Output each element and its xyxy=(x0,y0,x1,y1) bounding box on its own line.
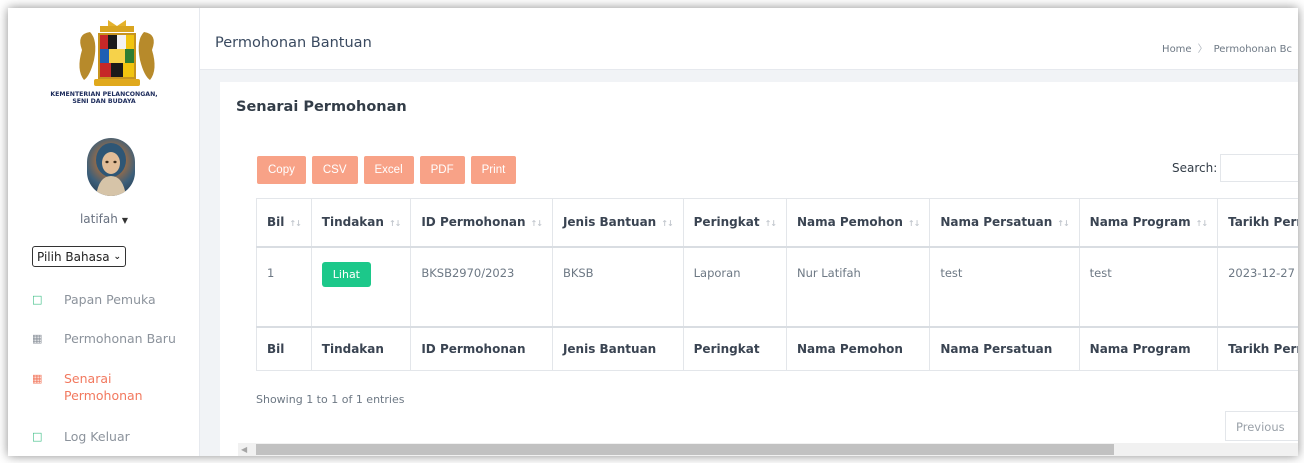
table-header-row: Bil ↑↓ Tindakan ↑↓ ID Permohonan ↑↓ Jenis B… xyxy=(256,198,1298,248)
square-icon: □ xyxy=(32,293,43,306)
chevron-down-icon: ⌄ xyxy=(113,251,121,262)
coat-of-arms-logo xyxy=(79,20,155,86)
card-title: Senarai Permohonan xyxy=(236,99,407,115)
sidebar-item-senarai-permohonan[interactable]: ▦ Senarai Permohonan xyxy=(32,370,154,404)
column-header[interactable]: Bil ↑↓ xyxy=(256,198,312,248)
breadcrumb-home-link[interactable]: Home xyxy=(1162,44,1192,55)
language-select-value: Pilih Bahasa xyxy=(37,249,110,264)
table-cell: test xyxy=(929,246,1080,327)
caret-down-icon: ▼ xyxy=(121,216,129,225)
ministry-line-2: SENI DAN BUDAYA xyxy=(72,98,136,105)
sort-icon: ↑↓ xyxy=(1195,219,1208,229)
sort-icon: ↑↓ xyxy=(1057,219,1069,229)
sidebar: KEMENTERIAN PELANCONGAN, SENI DAN BUDAYA… xyxy=(8,8,200,456)
copy-button[interactable]: Copy xyxy=(257,156,306,184)
scroll-left-icon[interactable]: ◀ xyxy=(241,443,247,456)
sort-icon: ↑↓ xyxy=(388,219,401,229)
column-footer: Tindakan xyxy=(310,325,412,371)
column-footer: ID Permohonan xyxy=(410,325,553,371)
sidebar-item-log-keluar[interactable]: □ Log Keluar xyxy=(32,428,130,445)
user-name: latifah xyxy=(79,212,118,226)
applications-table: Bil ↑↓ Tindakan ↑↓ ID Permohonan ↑↓ Jenis B… xyxy=(256,198,1298,371)
grid-icon: ▦ xyxy=(32,332,43,345)
page-title: Permohonan Bantuan xyxy=(215,35,372,51)
search-input[interactable] xyxy=(1220,154,1298,182)
sort-icon: ↑↓ xyxy=(530,219,543,229)
table-cell: BKSB xyxy=(551,246,684,327)
column-footer: Bil xyxy=(256,325,312,371)
column-header[interactable]: Tarikh Permohonan↑↓ xyxy=(1217,198,1298,248)
column-header[interactable]: Nama Program ↑↓ xyxy=(1078,198,1219,248)
view-button[interactable]: Lihat xyxy=(321,261,371,287)
table-cell: Lihat xyxy=(310,246,412,327)
pdf-button[interactable]: PDF xyxy=(419,156,465,184)
sort-icon: ↑↓ xyxy=(764,219,777,229)
sort-icon: ↑↓ xyxy=(907,219,920,229)
export-buttons: Copy CSV Excel PDF Print xyxy=(257,156,517,184)
table-info: Showing 1 to 1 of 1 entries xyxy=(256,393,405,406)
ministry-line-1: KEMENTERIAN PELANCONGAN, xyxy=(50,91,158,98)
previous-button[interactable]: Previous xyxy=(1225,411,1298,441)
scrollbar-thumb[interactable] xyxy=(256,444,1114,455)
table-footer-row: Bil Tindakan ID Permohonan Jenis Bantuan… xyxy=(256,325,1298,371)
sidebar-item-label: Permohonan Baru xyxy=(64,331,176,346)
column-header[interactable]: Jenis Bantuan ↑↓ xyxy=(551,198,684,248)
sidebar-item-papan-pemuka[interactable]: □ Papan Pemuka xyxy=(32,291,156,308)
column-header[interactable]: Nama Persatuan ↑↓ xyxy=(929,198,1080,248)
table-cell: Laporan xyxy=(682,246,787,327)
grid-icon: ▦ xyxy=(32,372,43,385)
avatar-image xyxy=(96,143,126,196)
column-footer: Jenis Bantuan xyxy=(551,325,684,371)
sidebar-item-permohonan-baru[interactable]: ▦ Permohonan Baru xyxy=(32,330,176,347)
print-button[interactable]: Print xyxy=(470,156,517,184)
table-cell: test xyxy=(1078,246,1219,327)
search-label: Search: xyxy=(1172,161,1218,175)
app-window: KEMENTERIAN PELANCONGAN, SENI DAN BUDAYA… xyxy=(8,8,1298,456)
user-menu[interactable]: latifah ▼ xyxy=(8,212,200,226)
sidebar-item-label: Senarai Permohonan xyxy=(64,371,143,403)
square-icon: □ xyxy=(32,430,43,443)
horizontal-scrollbar[interactable]: ◀ xyxy=(238,443,1298,456)
ministry-name: KEMENTERIAN PELANCONGAN, SENI DAN BUDAYA xyxy=(8,91,200,105)
column-header[interactable]: ID Permohonan ↑↓ xyxy=(410,198,553,248)
column-footer: Nama Pemohon xyxy=(785,325,931,371)
column-header[interactable]: Tindakan ↑↓ xyxy=(310,198,412,248)
sort-icon: ↑↓ xyxy=(289,219,301,229)
chevron-right-icon: 〉 xyxy=(1197,44,1208,55)
table-cell: 1 xyxy=(256,246,312,327)
column-header[interactable]: Peringkat ↑↓ xyxy=(682,198,787,248)
page-header: Permohonan Bantuan Home 〉 Permohonan Bc xyxy=(200,8,1298,70)
csv-button[interactable]: CSV xyxy=(311,156,358,184)
column-footer: Peringkat xyxy=(682,325,787,371)
sidebar-item-label: Log Keluar xyxy=(64,429,130,444)
column-footer: Nama Program xyxy=(1078,325,1219,371)
avatar xyxy=(87,138,135,196)
excel-button[interactable]: Excel xyxy=(363,156,414,184)
column-header[interactable]: Nama Pemohon ↑↓ xyxy=(785,198,931,248)
breadcrumb-current: Permohonan Bc xyxy=(1213,44,1292,55)
sidebar-item-label: Papan Pemuka xyxy=(64,292,156,307)
table-cell: Nur Latifah xyxy=(785,246,931,327)
column-footer: Tarikh Permohonan xyxy=(1217,325,1298,371)
table-row: 1 Lihat BKSB2970/2023 BKSB Laporan Nur L… xyxy=(256,246,1298,327)
table-cell: BKSB2970/2023 xyxy=(410,246,553,327)
language-select[interactable]: Pilih Bahasa ⌄ xyxy=(32,246,126,267)
breadcrumb: Home 〉 Permohonan Bc xyxy=(1162,40,1292,55)
table-cell: 2023-12-27 09:03:35 xyxy=(1217,246,1298,327)
list-card: Senarai Permohonan Copy CSV Excel PDF Pr… xyxy=(220,82,1298,456)
sort-icon: ↑↓ xyxy=(661,219,673,229)
column-footer: Nama Persatuan xyxy=(929,325,1080,371)
